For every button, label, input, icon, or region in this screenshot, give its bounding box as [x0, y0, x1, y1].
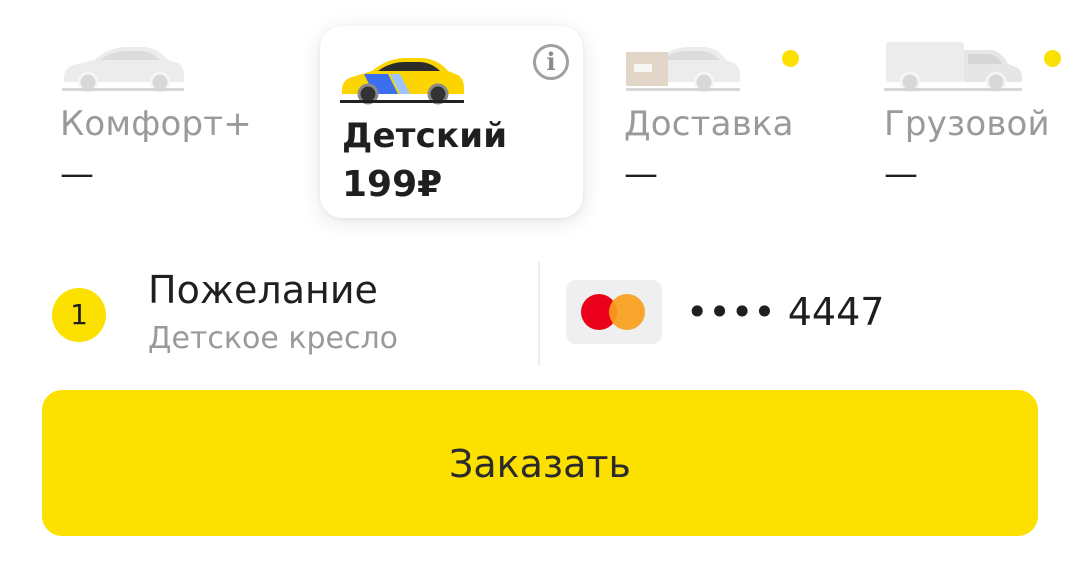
- tariff-comfort-plus[interactable]: Комфорт+ —: [60, 0, 280, 230]
- tariff-price: —: [60, 154, 94, 194]
- tariff-name: Грузовой: [884, 104, 1050, 144]
- order-button[interactable]: Заказать: [42, 390, 1038, 536]
- tariff-selection-panel: Комфорт+ — i Детский 199₽ Доставка — Гру…: [0, 0, 1080, 579]
- tariff-price: —: [884, 154, 918, 194]
- card-masked-number: •••• 4447: [686, 290, 885, 334]
- tariff-price: 199₽: [342, 164, 443, 205]
- yellow-taxi-car-icon: [340, 58, 464, 105]
- tariff-cargo[interactable]: Грузовой —: [884, 0, 1080, 230]
- tariff-price: —: [624, 154, 658, 194]
- cargo-van-icon: [884, 42, 1022, 93]
- requirements-count-badge: 1: [52, 288, 106, 342]
- sedan-car-icon: [62, 47, 184, 93]
- info-icon[interactable]: i: [533, 44, 569, 80]
- mastercard-icon: [566, 280, 662, 344]
- new-indicator-dot: [1044, 50, 1061, 67]
- requirements-button[interactable]: 1 Пожелание Детское кресло: [52, 262, 532, 362]
- tariff-kids-selected[interactable]: i Детский 199₽: [320, 26, 583, 218]
- delivery-car-icon: [626, 47, 740, 93]
- payment-method-button[interactable]: •••• 4447: [566, 280, 884, 346]
- tariff-name: Детский: [342, 116, 508, 156]
- tariff-name: Комфорт+: [60, 104, 252, 144]
- tariff-delivery[interactable]: Доставка —: [624, 0, 824, 230]
- divider: [538, 262, 540, 366]
- requirements-title: Пожелание: [148, 268, 378, 312]
- new-indicator-dot: [782, 50, 799, 67]
- tariff-name: Доставка: [624, 104, 794, 144]
- requirements-subtitle: Детское кресло: [148, 321, 398, 356]
